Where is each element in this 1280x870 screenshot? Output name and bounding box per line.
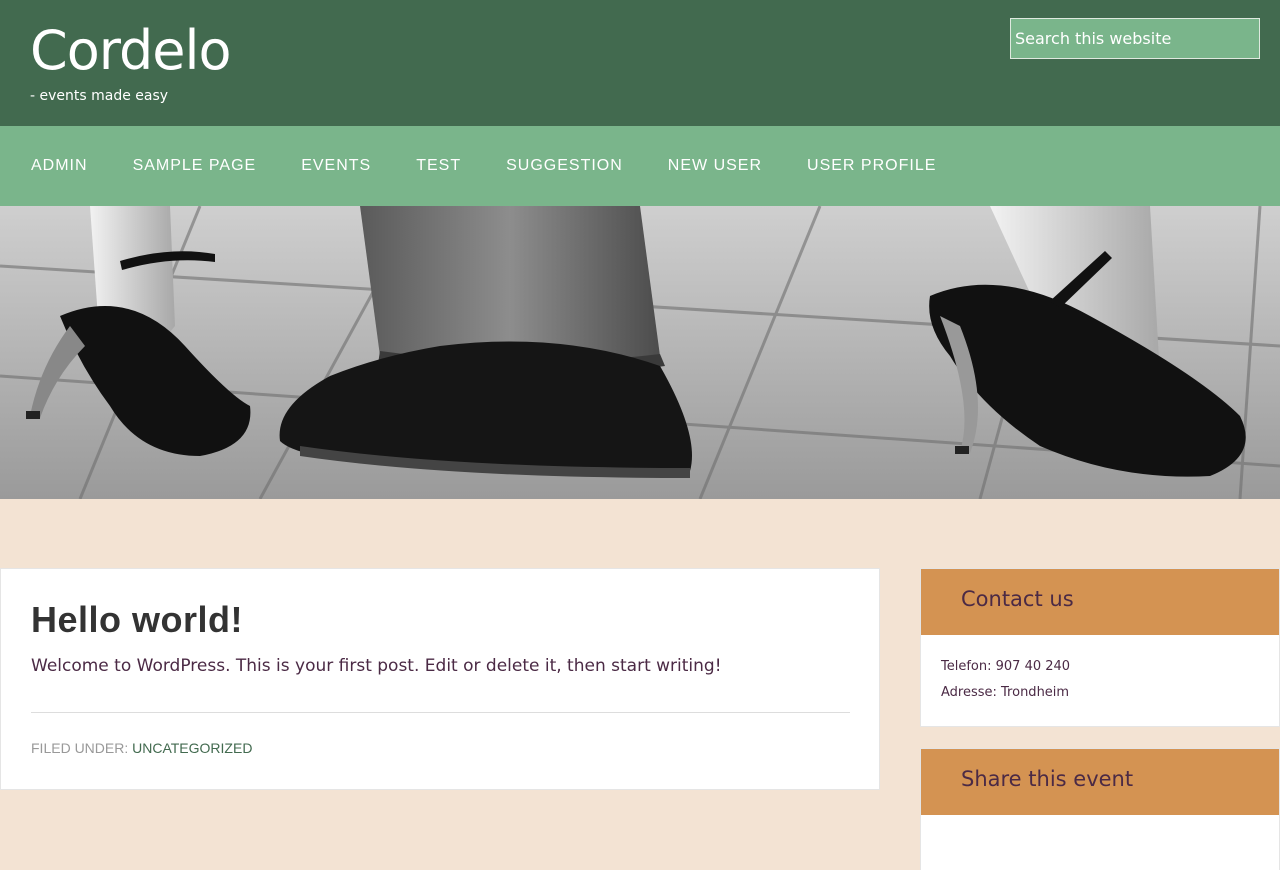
- nav-item-test[interactable]: TEST: [416, 157, 461, 175]
- search-input[interactable]: [1010, 18, 1260, 59]
- post-category-link[interactable]: UNCATEGORIZED: [132, 740, 252, 756]
- nav-item-events[interactable]: EVENTS: [301, 157, 371, 175]
- contact-address: Adresse: Trondheim: [941, 685, 1070, 700]
- site-header: Cordelo - events made easy: [0, 0, 1280, 126]
- nav-item-new-user[interactable]: NEW USER: [668, 157, 762, 175]
- nav-item-suggestion[interactable]: SUGGESTION: [506, 157, 623, 175]
- share-widget-title: Share this event: [961, 767, 1134, 791]
- contact-widget: Contact us Telefon: 907 40 240 Adresse: …: [920, 568, 1280, 727]
- post-meta-label: FILED UNDER:: [31, 740, 129, 756]
- site-title[interactable]: Cordelo: [30, 16, 232, 86]
- hero-image: [0, 206, 1280, 499]
- nav-item-admin[interactable]: ADMIN: [31, 157, 88, 175]
- main-nav: ADMIN SAMPLE PAGE EVENTS TEST SUGGESTION…: [0, 126, 1280, 206]
- post-body: Welcome to WordPress. This is your first…: [31, 656, 722, 676]
- post-divider: [31, 712, 850, 713]
- nav-item-sample-page[interactable]: SAMPLE PAGE: [133, 157, 257, 175]
- site-description: - events made easy: [30, 88, 169, 104]
- share-widget-header: Share this event: [921, 749, 1279, 815]
- contact-phone: Telefon: 907 40 240: [941, 659, 1071, 674]
- post-card: Hello world! Welcome to WordPress. This …: [0, 568, 880, 790]
- nav-item-user-profile[interactable]: USER PROFILE: [807, 157, 936, 175]
- post-meta: FILED UNDER: UNCATEGORIZED: [31, 740, 252, 756]
- share-widget: Share this event: [920, 748, 1280, 870]
- post-title[interactable]: Hello world!: [31, 599, 243, 641]
- contact-widget-header: Contact us: [921, 569, 1279, 635]
- contact-widget-title: Contact us: [961, 587, 1074, 611]
